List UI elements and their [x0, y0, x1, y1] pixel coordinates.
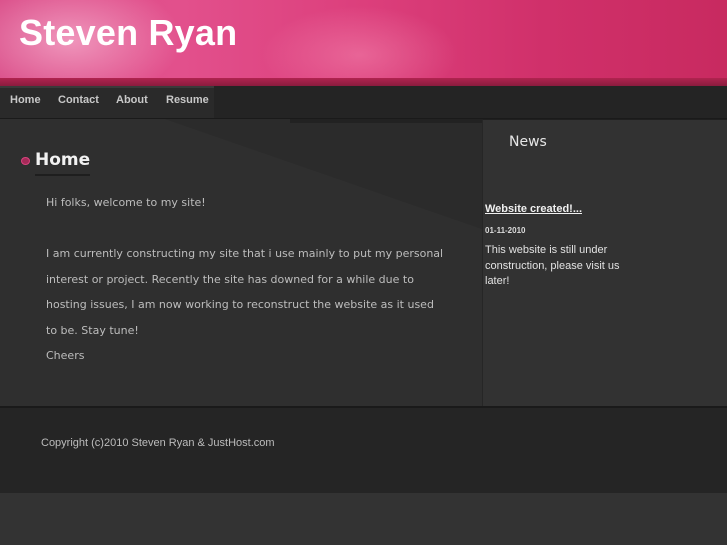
intro-paragraph: I am currently constructing my site that…	[46, 247, 444, 337]
welcome-paragraph: Hi folks, welcome to my site!	[46, 196, 206, 209]
page: Steven Ryan Home Contact About Resume Ho…	[0, 0, 727, 545]
page-bottom	[0, 493, 727, 545]
nav-item-contact[interactable]: Contact	[58, 94, 99, 106]
nav-item-home[interactable]: Home	[10, 94, 41, 106]
nav-item-about[interactable]: About	[116, 94, 148, 106]
nav-item-resume[interactable]: Resume	[166, 94, 209, 106]
site-title[interactable]: Steven Ryan	[19, 12, 237, 54]
news-body: This website is still under construction…	[485, 244, 620, 287]
pink-bullet-icon	[21, 157, 30, 165]
news-sidebar: News Website created!... 01-11-2010 This…	[482, 119, 727, 406]
main-navigation: Home Contact About Resume	[0, 86, 727, 119]
site-header: Steven Ryan	[0, 0, 727, 86]
main-content: Home Hi folks, welcome to my site! I am …	[0, 119, 482, 406]
copyright-text: Copyright (c)2010 Steven Ryan & JustHost…	[41, 437, 275, 449]
sidebar-title: News	[509, 134, 547, 150]
signoff-paragraph: Cheers	[46, 349, 85, 362]
page-title: Home	[35, 150, 91, 176]
news-headline-link[interactable]: Website created!...	[485, 203, 582, 215]
header-divider	[0, 78, 727, 86]
news-date: 01-11-2010	[485, 226, 526, 235]
site-footer: Copyright (c)2010 Steven Ryan & JustHost…	[0, 406, 727, 493]
